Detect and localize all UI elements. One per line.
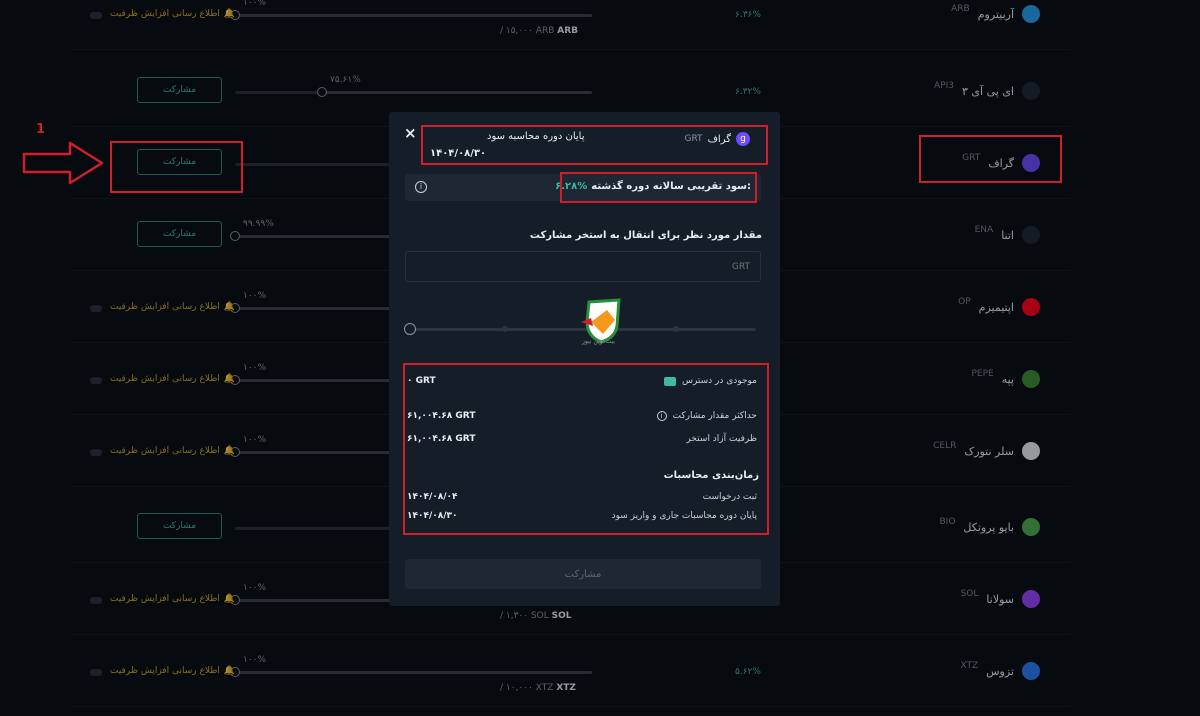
highlight-box-apr — [560, 172, 757, 203]
available-key: موجودی در دسترس — [663, 376, 757, 386]
amount-input[interactable] — [405, 251, 761, 282]
slider-step-dot[interactable] — [502, 326, 508, 332]
schedule-title: زمان‌بندی محاسبات — [663, 470, 759, 481]
details-list: موجودی در دسترس ۰ GRT حداکثر مقدار مشارک… — [405, 364, 765, 534]
annotation-arrow-icon — [22, 141, 104, 185]
annotation-number: 1 — [36, 122, 46, 137]
wallet-icon — [663, 376, 676, 386]
max-key: حداکثر مقدار مشارکت i — [656, 411, 757, 421]
info-icon[interactable]: i — [656, 411, 667, 421]
request-value: ۱۴۰۴/۰۸/۰۴ — [407, 492, 458, 502]
available-value: ۰ GRT — [407, 376, 436, 386]
info-icon[interactable]: i — [415, 181, 427, 193]
amount-slider-handle[interactable] — [404, 323, 416, 335]
max-label: حداکثر مقدار مشارکت — [672, 411, 757, 421]
staking-modal: × پایان دوره محاسبه سود ۱۴۰۴/۰۸/۳۰ g گرا… — [389, 112, 780, 606]
highlight-box-button — [110, 141, 243, 193]
available-label: موجودی در دسترس — [681, 376, 757, 386]
slider-step-dot[interactable] — [673, 326, 679, 332]
close-icon[interactable]: × — [404, 124, 417, 142]
participate-submit-button[interactable]: مشارکت — [405, 559, 761, 589]
watermark-caption: بیت‌کوین نیوز — [582, 338, 615, 345]
end-value: ۱۴۰۴/۰۸/۳۰ — [407, 511, 458, 521]
graph-coin-icon: g — [736, 132, 750, 146]
highlight-box-coin — [919, 135, 1062, 183]
capacity-value: ۶۱,۰۰۴.۶۸ GRT — [407, 434, 476, 444]
period-title: پایان دوره محاسبه سود — [487, 131, 585, 142]
modal-coin: g گراف GRT — [684, 132, 750, 146]
capacity-label: ظرفیت آزاد استخر — [686, 434, 757, 444]
modal-coin-name: گراف — [707, 133, 731, 145]
end-label: پایان دوره محاسبات جاری و واریز سود — [611, 511, 757, 521]
request-label: ثبت درخواست — [702, 492, 757, 502]
max-value: ۶۱,۰۰۴.۶۸ GRT — [407, 411, 476, 421]
modal-coin-symbol: GRT — [684, 134, 703, 144]
period-date: ۱۴۰۴/۰۸/۳۰ — [430, 148, 487, 159]
amount-label: مقدار مورد نظر برای انتقال به استخر مشار… — [529, 230, 762, 241]
